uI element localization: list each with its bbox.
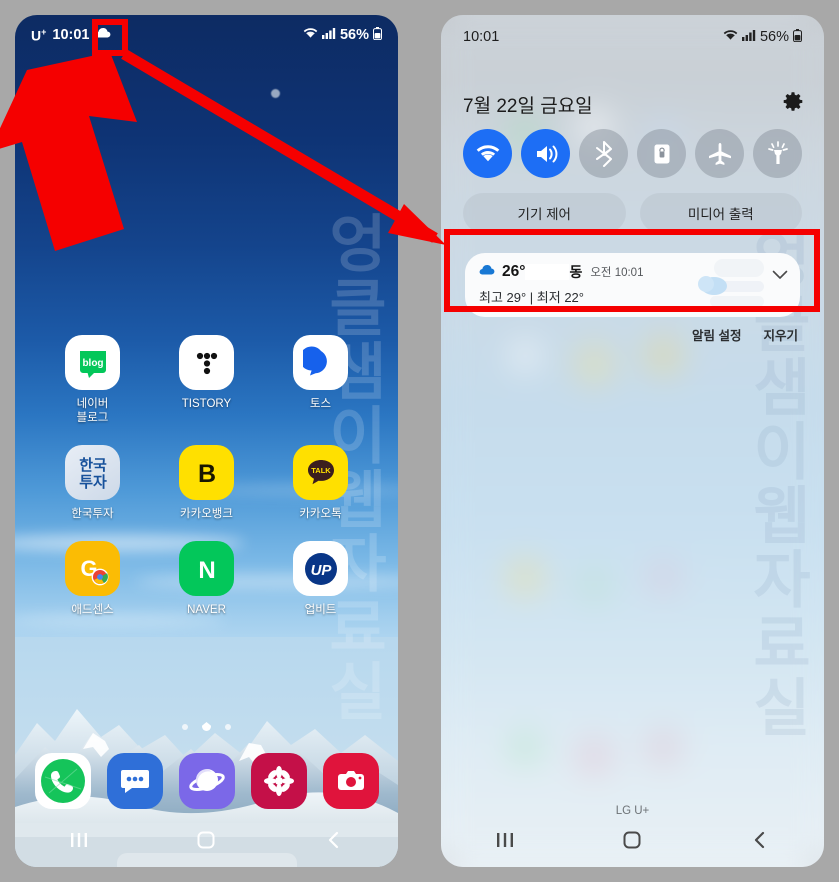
- svg-text:투자: 투자: [79, 474, 107, 491]
- toggle-bluetooth[interactable]: [579, 129, 628, 178]
- svg-text:UP: UP: [310, 562, 332, 579]
- app-label: 애드센스: [71, 604, 114, 616]
- right-navigation-bar: [441, 813, 824, 867]
- left-status-bar: U+ 10:01 56%: [15, 15, 398, 55]
- app-grid: blog 네이버 블로그 TISTORY 토스 한국 투자 한국투자 B 카카오…: [15, 335, 398, 629]
- adsense-icon: G: [65, 541, 120, 596]
- page-indicator: [15, 722, 398, 731]
- upbit-icon: UP: [293, 541, 348, 596]
- notification-settings-button[interactable]: 알림 설정: [692, 325, 741, 344]
- app-toss[interactable]: 토스: [283, 335, 359, 425]
- kakaobank-icon: B: [179, 445, 234, 500]
- toggle-rotation-lock[interactable]: [637, 129, 686, 178]
- messages-icon[interactable]: [106, 753, 163, 809]
- status-time: 10:01: [463, 29, 500, 45]
- control-buttons-row: 기기 제어 미디어 출력: [463, 193, 802, 233]
- gesture-bar[interactable]: [116, 853, 297, 867]
- app-kakaotalk[interactable]: TALK 카카오톡: [283, 445, 359, 521]
- home-icon[interactable]: [179, 825, 233, 855]
- left-phone-home-screen: 엉클샘이웹자료실 U+ 10:01 56% blog 네이버 블로그 TISTO…: [15, 15, 398, 867]
- app-label: 카카오뱅크: [180, 508, 233, 520]
- dock: [15, 753, 398, 809]
- screenshot-stage: 엉클샘이웹자료실 U+ 10:01 56% blog 네이버 블로그 TISTO…: [0, 0, 839, 882]
- right-status-bar: 10:01 56%: [441, 15, 824, 59]
- app-label: 업비트: [304, 604, 337, 616]
- cellular-signal-icon: [741, 29, 756, 45]
- app-naver-blog[interactable]: blog 네이버 블로그: [55, 335, 131, 425]
- panel-date: 7월 22일 금요일: [463, 96, 593, 117]
- left-navigation-bar: [15, 813, 398, 867]
- app-row: 한국 투자 한국투자 B 카카오뱅크 TALK 카카오톡: [15, 445, 398, 521]
- gear-icon[interactable]: [782, 91, 804, 118]
- naver-icon: N: [179, 541, 234, 596]
- app-row: G 애드센스 N NAVER UP 업비트: [15, 541, 398, 617]
- notification-footer: 알림 설정 지우기: [692, 325, 798, 344]
- app-label: 한국투자: [71, 508, 114, 520]
- page-dot-home-active[interactable]: [202, 722, 211, 731]
- svg-text:한국: 한국: [79, 457, 107, 474]
- home-icon[interactable]: [605, 825, 659, 855]
- app-naver[interactable]: N NAVER: [169, 541, 245, 617]
- tistory-icon: [179, 335, 234, 390]
- back-icon[interactable]: [733, 825, 787, 855]
- highlight-status-cloud-icon: [92, 19, 128, 56]
- highlight-weather-notification: [444, 229, 820, 312]
- battery-icon: [373, 26, 382, 44]
- app-label: 네이버 블로그: [76, 398, 109, 424]
- cellular-signal-icon: [321, 27, 336, 43]
- media-output-button[interactable]: 미디어 출력: [639, 193, 802, 233]
- app-kakaobank[interactable]: B 카카오뱅크: [169, 445, 245, 521]
- kakaotalk-icon: TALK: [293, 445, 348, 500]
- app-label: 카카오톡: [299, 508, 342, 520]
- back-icon[interactable]: [307, 825, 361, 855]
- carrier-label: U+: [31, 26, 47, 44]
- recents-icon[interactable]: [52, 825, 106, 855]
- battery-icon: [793, 28, 802, 46]
- toggle-flashlight[interactable]: [753, 129, 802, 178]
- app-label: NAVER: [187, 604, 226, 616]
- korea-investment-icon: 한국 투자: [65, 445, 120, 500]
- app-label: 토스: [309, 398, 332, 410]
- right-phone-notification-panel: 엉클샘이웹자료실 10:01 56% 7월 22일 금요일 기기 제어 미디어 …: [441, 15, 824, 867]
- page-dot[interactable]: [225, 723, 231, 730]
- app-label: TISTORY: [181, 398, 232, 410]
- gallery-icon[interactable]: [250, 753, 307, 809]
- wifi-icon: [723, 29, 738, 45]
- battery-percent: 56%: [339, 27, 369, 43]
- toss-icon: [293, 335, 348, 390]
- app-row: blog 네이버 블로그 TISTORY 토스: [15, 335, 398, 425]
- app-adsense[interactable]: G 애드센스: [55, 541, 131, 617]
- app-tistory[interactable]: TISTORY: [169, 335, 245, 425]
- date-row: 7월 22일 금요일: [463, 91, 804, 118]
- wifi-icon: [303, 27, 318, 43]
- battery-percent: 56%: [759, 29, 789, 45]
- toggle-airplane-mode[interactable]: [695, 129, 744, 178]
- status-time: 10:01: [52, 27, 90, 43]
- samsung-internet-icon[interactable]: [178, 753, 235, 809]
- naver-blog-icon: blog: [65, 335, 120, 390]
- toggle-sound[interactable]: [521, 129, 570, 178]
- device-control-button[interactable]: 기기 제어: [463, 193, 626, 233]
- app-upbit[interactable]: UP 업비트: [283, 541, 359, 617]
- svg-text:blog: blog: [82, 358, 103, 369]
- toggle-wifi[interactable]: [463, 129, 512, 178]
- clear-notifications-button[interactable]: 지우기: [763, 325, 798, 344]
- phone-icon[interactable]: [34, 753, 91, 809]
- quick-settings-toggles: [463, 129, 802, 178]
- svg-text:B: B: [197, 460, 215, 488]
- moon: [271, 89, 280, 98]
- svg-text:N: N: [198, 557, 215, 584]
- camera-icon[interactable]: [322, 753, 379, 809]
- app-korea-investment[interactable]: 한국 투자 한국투자: [55, 445, 131, 521]
- recents-icon[interactable]: [478, 825, 532, 855]
- svg-text:TALK: TALK: [311, 466, 331, 475]
- page-dot[interactable]: [182, 723, 188, 730]
